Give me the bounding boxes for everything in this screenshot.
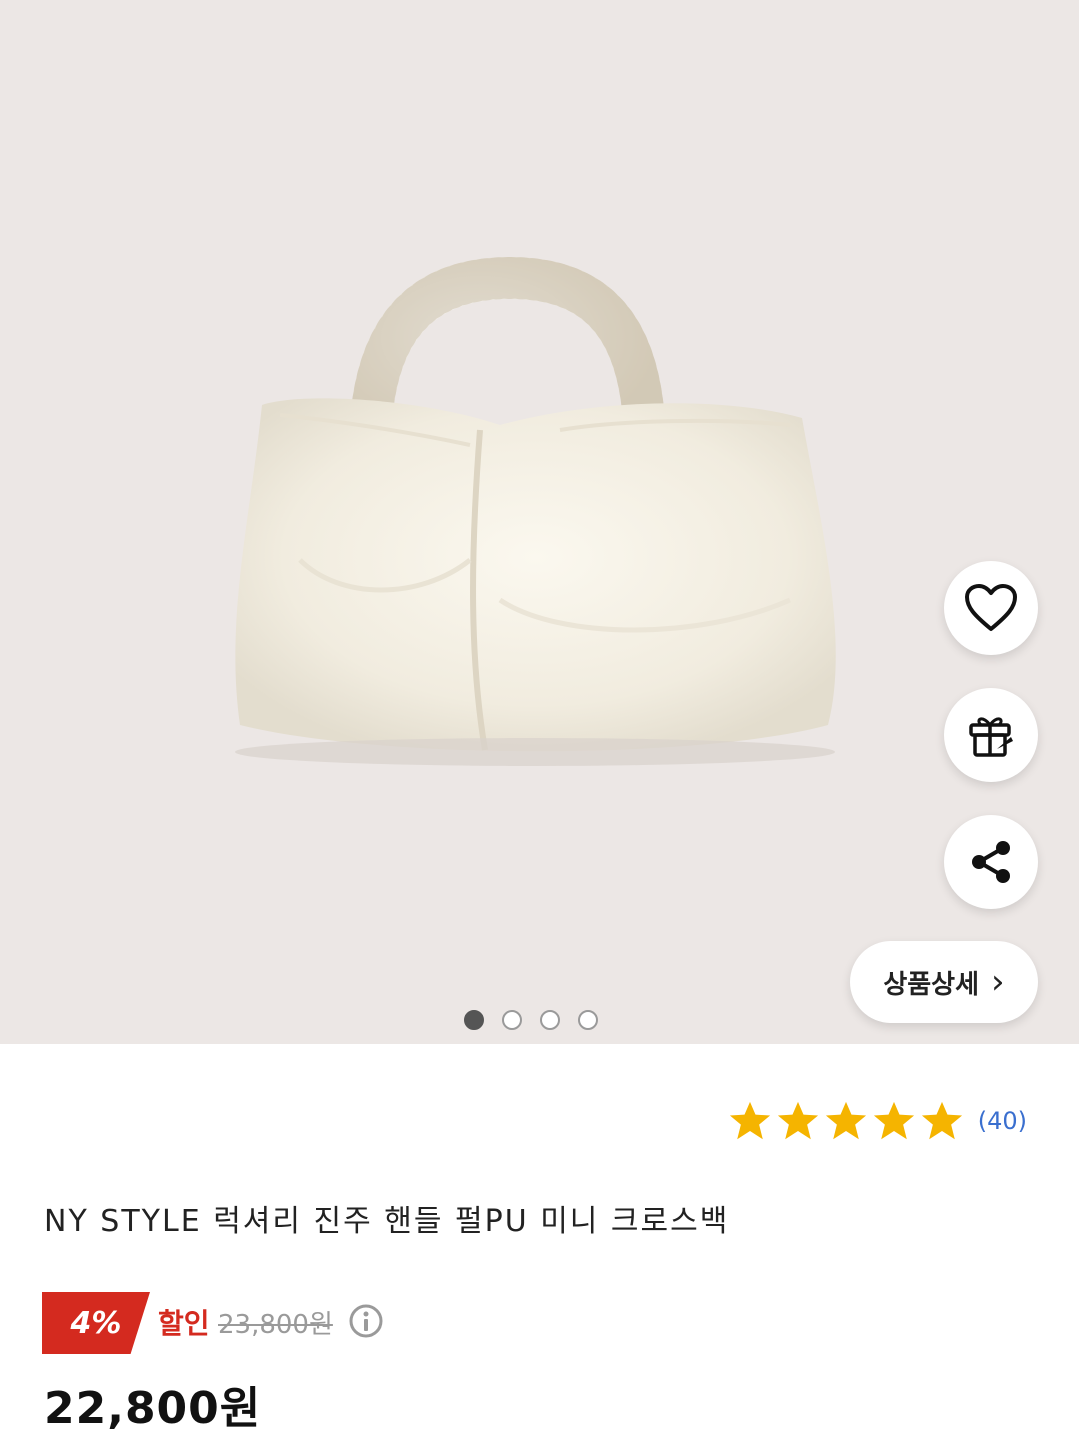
sale-price: 22,800원 — [44, 1383, 262, 1434]
wishlist-button[interactable] — [944, 561, 1038, 655]
discount-label: 할인 — [158, 1307, 210, 1340]
rating-summary[interactable]: (40) — [728, 1100, 1027, 1142]
product-detail-label: 상품상세 — [883, 969, 980, 1000]
product-title: NY STYLE 럭셔리 진주 핸들 펄PU 미니 크로스백 — [44, 1204, 730, 1239]
chevron-right-icon: › — [991, 962, 1005, 1002]
gift-icon — [969, 717, 1013, 757]
star-icon — [729, 1101, 770, 1140]
carousel-dot[interactable] — [578, 1010, 598, 1030]
carousel-dot[interactable] — [540, 1010, 560, 1030]
gift-button[interactable] — [944, 688, 1038, 782]
star-icon — [825, 1101, 866, 1140]
original-price: 23,800원 — [218, 1310, 333, 1340]
share-icon — [972, 841, 1010, 883]
share-button[interactable] — [944, 815, 1038, 909]
carousel-indicator — [464, 1010, 598, 1030]
review-count[interactable]: (40) — [978, 1107, 1027, 1135]
pearl-handle-bag-image — [235, 256, 836, 766]
discount-badge: 4% — [42, 1292, 150, 1354]
carousel-dot[interactable] — [464, 1010, 484, 1030]
star-icon — [873, 1101, 914, 1140]
star-icon — [921, 1101, 962, 1140]
product-detail-button[interactable]: 상품상세 › — [850, 941, 1038, 1023]
product-image-carousel[interactable]: 상품상세 › — [0, 0, 1079, 1044]
heart-icon — [965, 584, 1017, 631]
star-icon — [777, 1101, 818, 1140]
carousel-dot[interactable] — [502, 1010, 522, 1030]
info-icon[interactable] — [348, 1303, 384, 1343]
